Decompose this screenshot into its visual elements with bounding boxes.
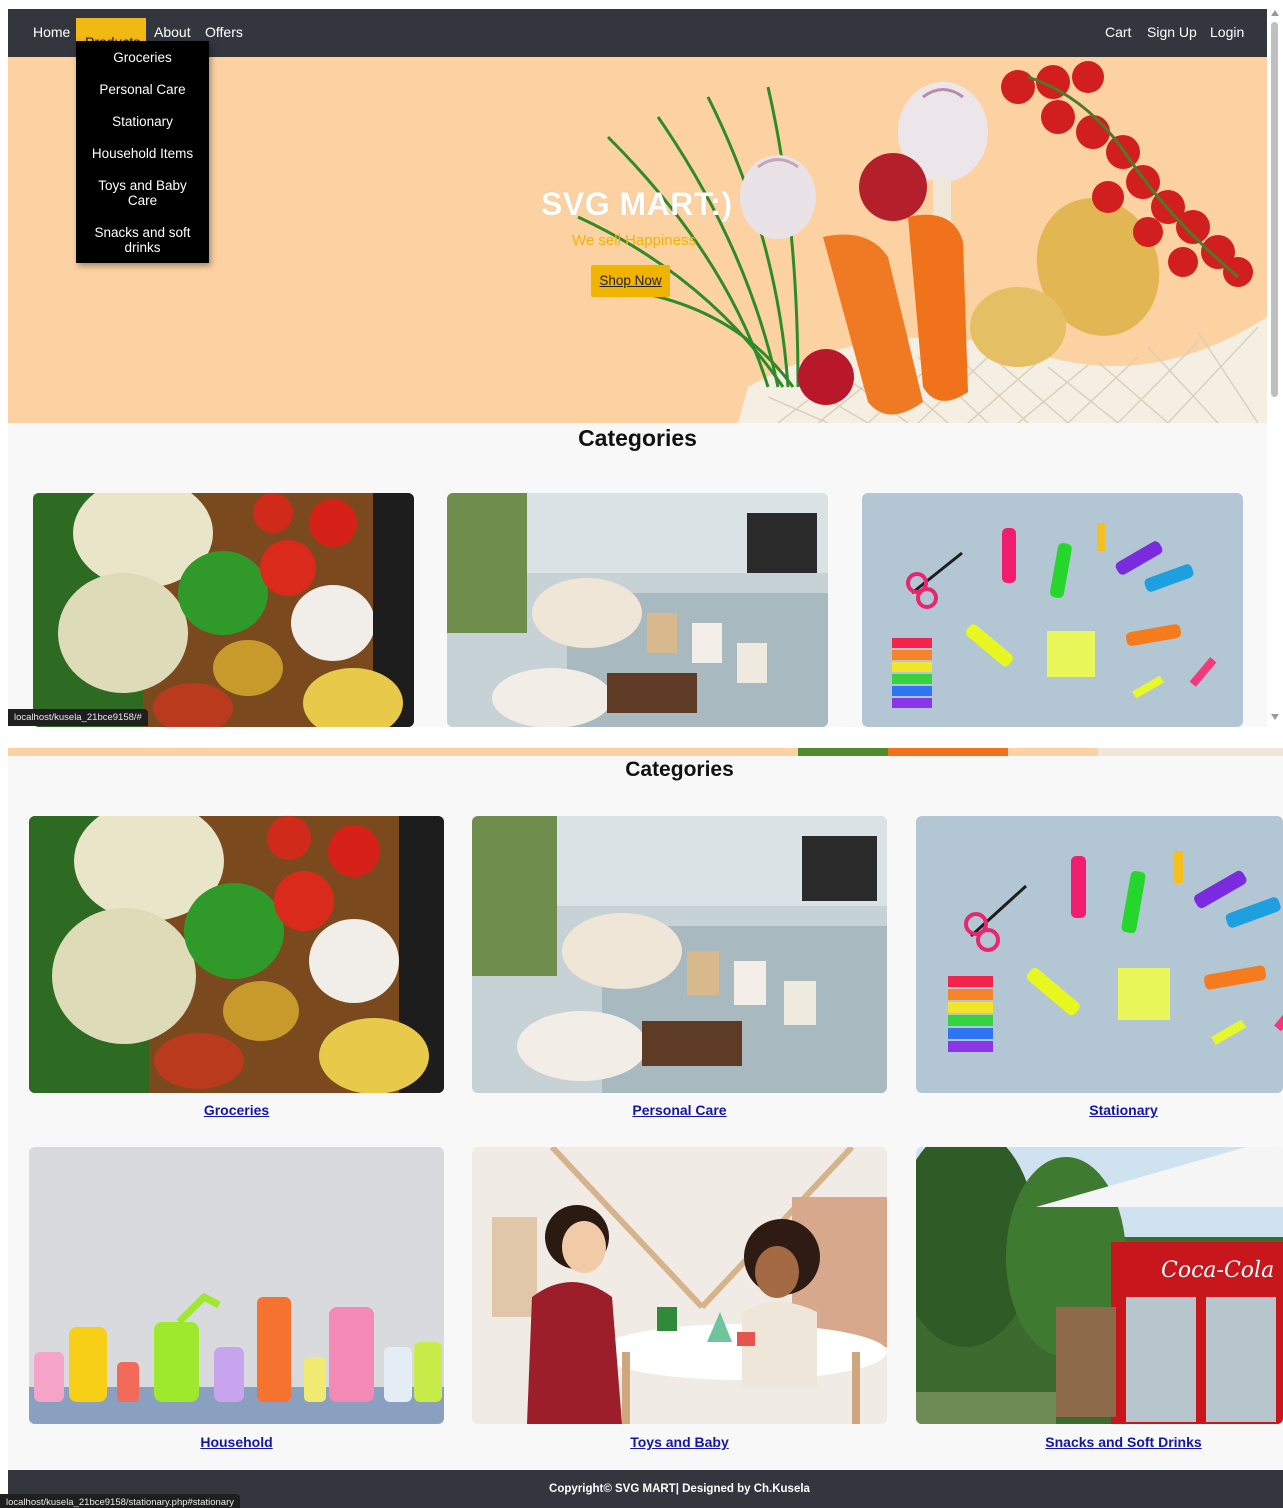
scroll-down-arrow-icon[interactable] (1271, 714, 1279, 720)
groceries-card-image[interactable] (33, 493, 414, 727)
category-link-stationary[interactable]: Stationary (916, 1102, 1283, 1118)
nav-home-link[interactable]: Home (33, 23, 70, 41)
personal-care-card-image[interactable] (472, 816, 887, 1093)
hero-banner-edge (8, 748, 1283, 756)
browser-window-bottom: Categories Groceries Personal Care Stati… (0, 748, 1283, 1508)
snacks-drinks-card-image[interactable]: Coca-Cola (916, 1147, 1283, 1424)
nav-signup-link[interactable]: Sign Up (1147, 23, 1197, 41)
browser-window-top: Home Products About Offers Cart Sign Up … (0, 0, 1283, 727)
scroll-up-arrow-icon[interactable] (1271, 10, 1279, 16)
hero-subtitle: We sell Happiness (572, 232, 696, 249)
toys-baby-card-image[interactable] (472, 1147, 887, 1424)
status-bar-url: localhost/kusela_21bce9158/stationary.ph… (0, 1494, 240, 1508)
hero-title: SVG MART:) (541, 186, 733, 222)
shop-now-button[interactable]: Shop Now (591, 265, 670, 297)
stationary-card-image[interactable] (862, 493, 1243, 727)
household-card-image[interactable] (29, 1147, 444, 1424)
products-dropdown-menu: Groceries Personal Care Stationary House… (76, 41, 209, 263)
category-link-personal-care[interactable]: Personal Care (472, 1102, 887, 1118)
stationary-card-image[interactable] (916, 816, 1283, 1093)
dropdown-item-toys-baby-care[interactable]: Toys and Baby Care (76, 178, 209, 208)
nav-login-link[interactable]: Login (1210, 23, 1244, 41)
category-link-groceries[interactable]: Groceries (29, 1102, 444, 1118)
nav-about-link[interactable]: About (154, 23, 191, 41)
dropdown-item-household-items[interactable]: Household Items (76, 146, 209, 161)
scrollbar[interactable] (1267, 9, 1283, 727)
page-viewport-bottom: Categories Groceries Personal Care Stati… (8, 748, 1283, 1508)
page-viewport-top: Home Products About Offers Cart Sign Up … (8, 9, 1267, 727)
nav-cart-link[interactable]: Cart (1105, 23, 1131, 41)
categories-heading: Categories (625, 758, 734, 781)
svg-text:Coca-Cola: Coca-Cola (1161, 1258, 1274, 1283)
dropdown-item-snacks-soft-drinks[interactable]: Snacks and soft drinks (76, 225, 209, 255)
dropdown-item-personal-care[interactable]: Personal Care (76, 82, 209, 97)
personal-care-card-image[interactable] (447, 493, 828, 727)
groceries-card-image[interactable] (29, 816, 444, 1093)
category-link-household[interactable]: Household (29, 1434, 444, 1450)
category-link-snacks-soft-drinks[interactable]: Snacks and Soft Drinks (916, 1434, 1283, 1450)
dropdown-item-groceries[interactable]: Groceries (76, 50, 209, 65)
status-bar-url: localhost/kusela_21bce9158/# (8, 709, 148, 726)
category-link-toys-baby[interactable]: Toys and Baby (472, 1434, 887, 1450)
categories-heading: Categories (578, 425, 697, 451)
dropdown-item-stationary[interactable]: Stationary (76, 114, 209, 129)
scrollbar-thumb[interactable] (1271, 22, 1278, 397)
nav-offers-link[interactable]: Offers (205, 23, 243, 41)
